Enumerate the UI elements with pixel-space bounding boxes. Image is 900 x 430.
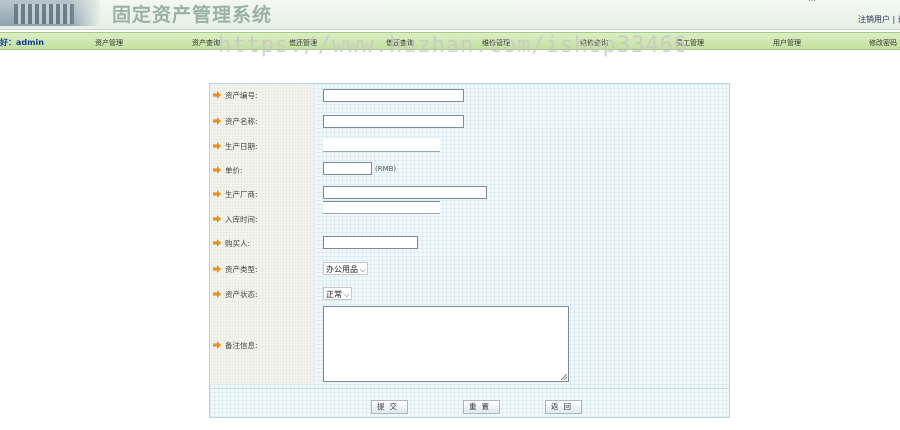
- logout-link[interactable]: 注销用户 | 退: [858, 14, 900, 25]
- app-header: 固定资产管理系统 ... 注销用户 | 退: [0, 0, 900, 30]
- main-nav: 好：admin 资产管理 资产查询 借还管理 借还查询 维修管理 维修查询 员工…: [0, 32, 900, 50]
- nav-item-change-password[interactable]: 修改密码: [869, 38, 897, 48]
- production-date-label: 生产日期:: [213, 141, 258, 152]
- asset-status-label: 资产状态:: [213, 289, 258, 300]
- resize-grip-icon[interactable]: [561, 374, 567, 380]
- nav-item-user-management[interactable]: 用户管理: [773, 38, 801, 48]
- asset-no-input[interactable]: [323, 89, 464, 102]
- nav-item-staff-management[interactable]: 员工管理: [676, 38, 704, 48]
- arrow-right-icon: [213, 142, 221, 150]
- nav-item-repair-query[interactable]: 维修查询: [580, 38, 608, 48]
- nav-item-repair-management[interactable]: 维修管理: [482, 38, 510, 48]
- arrow-right-icon: [213, 239, 221, 247]
- asset-type-label: 资产类型:: [213, 264, 258, 275]
- storage-time-input[interactable]: [323, 201, 440, 214]
- reset-button[interactable]: 重置: [463, 400, 500, 414]
- app-title: 固定资产管理系统: [112, 4, 273, 26]
- back-button[interactable]: 返回: [545, 400, 582, 414]
- unit-price-label: 单价:: [213, 165, 243, 176]
- manufacturer-input[interactable]: [323, 186, 487, 199]
- submit-button[interactable]: 提交: [371, 400, 408, 414]
- asset-type-select[interactable]: 办公用品 ⌵: [323, 262, 369, 275]
- label-column: [210, 84, 314, 384]
- chevron-down-icon: ⌵: [344, 291, 350, 299]
- buyer-input[interactable]: [323, 236, 418, 249]
- nav-item-asset-management[interactable]: 资产管理: [95, 38, 123, 48]
- arrow-right-icon: [213, 91, 221, 99]
- asset-no-label: 资产编号:: [213, 90, 258, 101]
- price-unit-text: (RMB): [375, 165, 397, 173]
- nav-item-asset-query[interactable]: 资产查询: [192, 38, 220, 48]
- logo-image: [0, 0, 100, 26]
- button-bar: 提交 重置 返回: [210, 388, 729, 417]
- asset-status-select[interactable]: 正常 ⌵: [323, 287, 353, 300]
- manufacturer-label: 生产厂商:: [213, 189, 258, 200]
- arrow-right-icon: [213, 215, 221, 223]
- asset-name-label: 资产名称:: [213, 116, 258, 127]
- nav-item-borrow-management[interactable]: 借还管理: [289, 38, 317, 48]
- remarks-textarea[interactable]: [323, 306, 569, 382]
- header-info-text: ...: [808, 0, 816, 3]
- production-date-input[interactable]: [323, 139, 440, 152]
- remarks-label: 备注信息:: [213, 340, 258, 351]
- unit-price-input[interactable]: [323, 162, 372, 175]
- nav-item-borrow-query[interactable]: 借还查询: [386, 38, 414, 48]
- arrow-right-icon: [213, 265, 221, 273]
- chevron-down-icon: ⌵: [360, 266, 366, 274]
- arrow-right-icon: [213, 117, 221, 125]
- buyer-label: 购买人:: [213, 238, 250, 249]
- user-greeting: 好：admin: [0, 38, 44, 47]
- storage-time-label: 入库时间:: [213, 214, 258, 225]
- arrow-right-icon: [213, 341, 221, 349]
- arrow-right-icon: [213, 166, 221, 174]
- arrow-right-icon: [213, 190, 221, 198]
- arrow-right-icon: [213, 290, 221, 298]
- building-graphic: [14, 4, 74, 24]
- asset-form-panel: 资产编号: 资产名称: 生产日期: 单价: 生产厂商: 入库时间: 购买人: 资…: [209, 83, 730, 418]
- asset-name-input[interactable]: [323, 115, 464, 128]
